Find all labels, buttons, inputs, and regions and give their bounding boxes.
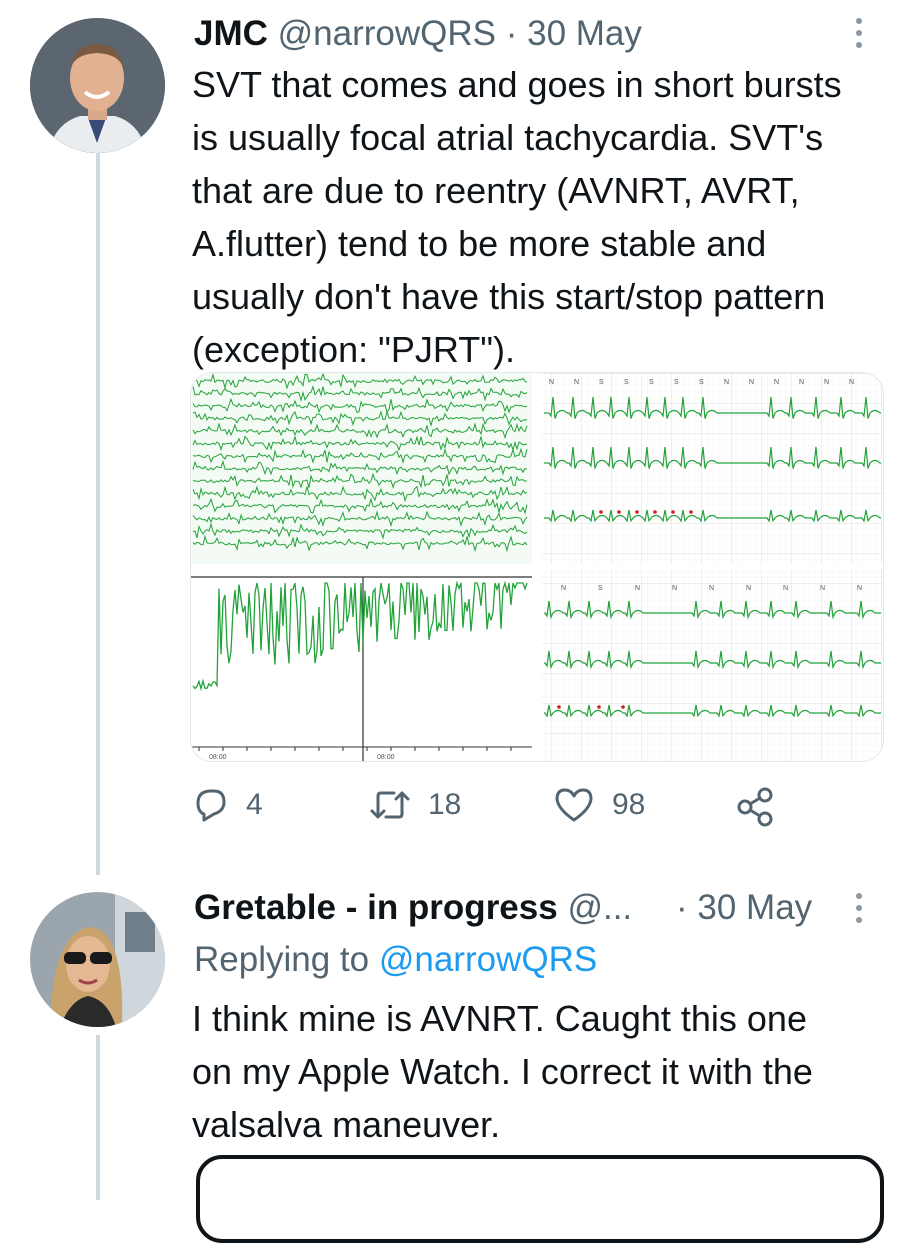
- beat-label: N: [724, 379, 729, 386]
- tweet-text-line: A.flutter) tend to be more stable and: [192, 223, 767, 264]
- more-options-icon[interactable]: [856, 893, 864, 923]
- separator-dot: ·: [505, 14, 518, 53]
- p-wave-marker: [671, 510, 675, 514]
- tweet-media[interactable]: N N S S S S S N N N N N N 08:00 08:00 N S N N N N N N N: [190, 372, 884, 762]
- retweet-icon[interactable]: [368, 785, 412, 825]
- p-wave-marker: [597, 705, 601, 709]
- tweet-actions: 4 18 98: [190, 785, 790, 835]
- beat-label: N: [749, 379, 754, 386]
- author-name[interactable]: JMC: [194, 14, 268, 53]
- tweet-header: JMC @narrowQRS · 30 May: [194, 14, 642, 54]
- avatar[interactable]: [30, 18, 165, 153]
- retweet-button[interactable]: 18: [368, 785, 461, 825]
- replying-to: Replying to @narrowQRS: [194, 940, 597, 980]
- thread-line-top: [96, 150, 100, 875]
- time-label: 08:00: [209, 754, 227, 761]
- beat-label: N: [746, 585, 751, 592]
- reply-count: 4: [246, 788, 263, 821]
- tweet-text: SVT that comes and goes in short bursts …: [192, 58, 842, 376]
- beat-label: N: [774, 379, 779, 386]
- p-wave-marker: [617, 510, 621, 514]
- replying-handle-link[interactable]: @narrowQRS: [379, 940, 597, 979]
- p-wave-marker: [635, 510, 639, 514]
- reply-icon[interactable]: [190, 785, 230, 825]
- reply-button[interactable]: 4: [190, 785, 263, 825]
- tweet-text-line: on my Apple Watch. I correct it with the: [192, 1051, 813, 1092]
- beat-label: S: [598, 585, 603, 592]
- tweet-text-line: I think mine is AVNRT. Caught this one: [192, 998, 807, 1039]
- p-wave-marker: [557, 705, 561, 709]
- beat-label: N: [857, 585, 862, 592]
- tweet-date[interactable]: 30 May: [527, 14, 642, 53]
- beat-label: N: [849, 379, 854, 386]
- panel-heart-rate-trend: 08:00 08:00: [191, 570, 532, 761]
- panel-ecg-bottom-right: NSNNNNNNN: [542, 570, 883, 761]
- beat-label: N: [783, 585, 788, 592]
- share-icon[interactable]: [734, 785, 778, 829]
- tweet-header: Gretable - in progress @...: [194, 888, 632, 928]
- beat-label: S: [699, 379, 704, 386]
- tweet-date[interactable]: 30 May: [697, 888, 812, 927]
- panel-ecg-top-right: NNSSSSSNNNNNN: [542, 373, 883, 564]
- beat-label: N: [635, 585, 640, 592]
- tweet-date-group: · 30 May: [676, 888, 812, 928]
- p-wave-marker: [653, 510, 657, 514]
- tweet-text-line: is usually focal atrial tachycardia. SVT…: [192, 117, 824, 158]
- author-name[interactable]: Gretable - in progress: [194, 888, 558, 927]
- beat-label: S: [599, 379, 604, 386]
- beat-label: N: [672, 585, 677, 592]
- author-handle[interactable]: @narrowQRS: [278, 14, 496, 53]
- separator-dot: ·: [676, 888, 688, 927]
- beat-label: S: [649, 379, 654, 386]
- beat-label: N: [824, 379, 829, 386]
- share-button[interactable]: [734, 785, 778, 829]
- tweet-text-line: (exception: "PJRT").: [192, 329, 515, 370]
- p-wave-marker: [621, 705, 625, 709]
- author-handle[interactable]: @...: [567, 888, 632, 927]
- ecg-image-grid: N N S S S S S N N N N N N 08:00 08:00 N S N N N N N N N: [191, 373, 883, 761]
- like-button[interactable]: 98: [552, 785, 645, 825]
- beat-label: S: [624, 379, 629, 386]
- beat-label: N: [820, 585, 825, 592]
- beat-label: N: [549, 379, 554, 386]
- tweet-text-line: usually don't have this start/stop patte…: [192, 276, 826, 317]
- tweet-text: I think mine is AVNRT. Caught this one o…: [192, 992, 813, 1151]
- quoted-media-card[interactable]: [196, 1155, 884, 1243]
- retweet-count: 18: [428, 788, 462, 821]
- beat-label: N: [574, 379, 579, 386]
- beat-label: N: [799, 379, 804, 386]
- more-options-icon[interactable]: [856, 18, 864, 48]
- p-wave-marker: [599, 510, 603, 514]
- beat-label: N: [709, 585, 714, 592]
- avatar[interactable]: [30, 892, 165, 1027]
- panel-holter-strip: [191, 373, 532, 564]
- thread-line-bottom: [96, 1035, 100, 1200]
- replying-prefix: Replying to: [194, 940, 370, 979]
- like-count: 98: [612, 788, 646, 821]
- tweet-text-line: valsalva maneuver.: [192, 1104, 501, 1145]
- beat-label: S: [674, 379, 679, 386]
- p-wave-marker: [689, 510, 693, 514]
- tweet-text-line: SVT that comes and goes in short bursts: [192, 64, 842, 105]
- tweet-text-line: that are due to reentry (AVNRT, AVRT,: [192, 170, 800, 211]
- beat-label: N: [561, 585, 566, 592]
- heart-icon[interactable]: [552, 785, 596, 825]
- time-label: 08:00: [377, 754, 395, 761]
